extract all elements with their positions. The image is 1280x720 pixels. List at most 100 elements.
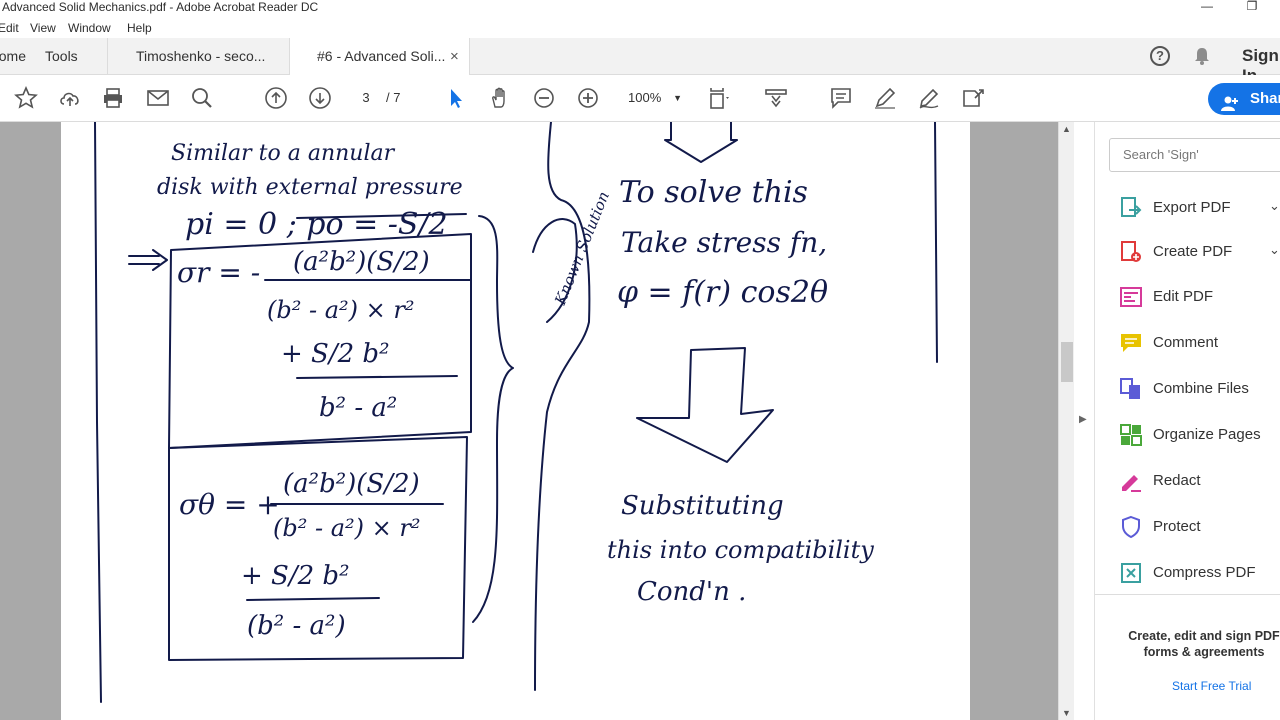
highlight-pen-icon[interactable] (873, 86, 897, 110)
note-right-line-4: Substituting (621, 491, 784, 521)
combine-files-icon (1119, 377, 1143, 401)
notifications-bell-icon[interactable] (1192, 46, 1212, 66)
note-sigma-r-lhs: σr = - (177, 256, 260, 289)
tool-label: Comment (1153, 334, 1219, 351)
panel-toggle[interactable]: ▶ (1074, 122, 1094, 720)
note-sigma-r-term2-den: b² - a² (319, 393, 397, 423)
sign-pen-icon[interactable] (917, 86, 941, 110)
tool-edit-pdf[interactable]: Edit PDF (1095, 277, 1280, 317)
share-person-icon (1221, 91, 1239, 111)
note-sigma-theta-numerator: (a²b²)(S/2) (283, 469, 420, 499)
select-cursor-icon[interactable] (444, 86, 468, 110)
expand-chevron-icon[interactable]: ⌄ (1269, 198, 1280, 214)
tabs-bar: Home Tools Timoshenko - seco... #6 - Adv… (0, 38, 1280, 76)
more-tools-icon[interactable] (961, 86, 985, 110)
page-number-input[interactable]: 3 (352, 87, 380, 109)
email-icon[interactable] (146, 86, 170, 110)
close-tab-icon[interactable]: × (450, 38, 459, 75)
note-intro-line-2: disk with external pressure (157, 175, 463, 200)
note-sigma-r-denominator: (b² - a²) × r² (267, 296, 414, 324)
tool-label: Create PDF (1153, 243, 1233, 260)
tool-combine-files[interactable]: Combine Files (1095, 369, 1280, 409)
tool-protect[interactable]: Protect (1095, 507, 1280, 547)
menu-edit[interactable]: Edit (0, 21, 19, 35)
next-page-icon[interactable] (308, 86, 332, 110)
tools-panel: Search 'Sign' Export PDF ⌄ Create PDF ⌄ … (1094, 122, 1280, 720)
main-toolbar: 3 / 7 100% ▼ Share (0, 75, 1280, 122)
start-free-trial-link[interactable]: Start Free Trial (1172, 679, 1251, 693)
tab-label: #6 - Advanced Soli... (317, 48, 446, 64)
export-pdf-icon (1119, 196, 1143, 220)
tab-tools[interactable]: Tools (28, 38, 108, 75)
note-right-line-6: Cond'n . (637, 577, 746, 607)
tool-compress-pdf[interactable]: Compress PDF (1095, 553, 1280, 593)
note-right-line-5: this into compatibility (607, 536, 874, 564)
tab-document-advanced[interactable]: #6 - Advanced Soli... × (289, 38, 470, 76)
scrollbar-thumb[interactable] (1061, 342, 1073, 382)
handwritten-notes: Similar to a annular disk with external … (94, 122, 938, 703)
tool-redact[interactable]: Redact (1095, 461, 1280, 501)
promo-text: Create, edit and sign PDF forms & agreem… (1128, 629, 1280, 659)
tool-comment[interactable]: Comment (1095, 323, 1280, 363)
minimize-button[interactable]: — (1192, 0, 1222, 16)
tool-export-pdf[interactable]: Export PDF ⌄ (1095, 188, 1280, 228)
tab-home[interactable]: Home (0, 38, 26, 75)
scroll-up-arrow-icon[interactable]: ▲ (1062, 124, 1071, 134)
document-viewport[interactable]: Similar to a annular disk with external … (0, 122, 1058, 720)
title-bar: Advanced Solid Mechanics.pdf - Adobe Acr… (0, 0, 1280, 18)
redact-icon (1119, 469, 1143, 493)
note-sigma-r-term2: + S/2 b² (281, 339, 390, 369)
note-sigma-r-numerator: (a²b²)(S/2) (293, 247, 430, 277)
note-sigma-theta-lhs: σθ = + (179, 488, 280, 521)
chevron-down-icon: ▼ (673, 93, 682, 103)
menu-window[interactable]: Window (68, 21, 111, 35)
zoom-level-select[interactable]: 100% ▼ (620, 87, 690, 109)
menu-bar: Edit View Window Help (0, 18, 1280, 38)
scroll-mode-icon[interactable] (764, 86, 788, 110)
tool-label: Organize Pages (1153, 426, 1261, 443)
note-sigma-theta-denominator: (b² - a²) × r² (273, 514, 420, 542)
tool-label: Export PDF (1153, 199, 1231, 216)
tool-create-pdf[interactable]: Create PDF ⌄ (1095, 232, 1280, 272)
edit-pdf-icon (1119, 285, 1143, 309)
tool-organize-pages[interactable]: Organize Pages (1095, 415, 1280, 455)
search-tools-input[interactable]: Search 'Sign' (1109, 138, 1280, 172)
help-icon[interactable]: ? (1150, 46, 1170, 66)
tool-label: Edit PDF (1153, 288, 1214, 305)
organize-pages-icon (1119, 423, 1143, 447)
tool-label: Protect (1153, 518, 1201, 535)
note-boundary-conditions: pi = 0 ; po = -S/2 (185, 207, 448, 242)
note-right-line-3: φ = f(r) cos2θ (617, 275, 828, 310)
zoom-out-icon[interactable] (532, 86, 556, 110)
tool-label: Compress PDF (1153, 564, 1256, 581)
tool-label: Redact (1153, 472, 1201, 489)
previous-page-icon[interactable] (264, 86, 288, 110)
cloud-upload-icon[interactable] (58, 86, 82, 110)
note-sigma-theta-term2-den: (b² - a²) (247, 611, 346, 641)
hand-tool-icon[interactable] (488, 86, 512, 110)
share-label: Share (1250, 90, 1280, 107)
note-known-solution: Known Solution (551, 189, 613, 308)
comment-icon (1119, 331, 1143, 355)
zoom-in-icon[interactable] (576, 86, 600, 110)
page-total: / 7 (386, 90, 401, 105)
zoom-value: 100% (628, 90, 662, 105)
comment-icon[interactable] (829, 86, 853, 110)
bookmark-star-icon[interactable] (14, 85, 38, 110)
restore-button[interactable]: ❐ (1237, 0, 1267, 16)
note-intro-line-1: Similar to a annular (171, 141, 396, 166)
share-button[interactable]: Share (1208, 83, 1280, 115)
note-right-line-1: To solve this (619, 175, 808, 210)
tab-document-timoshenko[interactable]: Timoshenko - seco... (108, 38, 289, 75)
search-icon[interactable] (190, 86, 214, 110)
page-fit-icon[interactable] (708, 86, 732, 110)
print-icon[interactable] (101, 86, 125, 110)
vertical-scrollbar[interactable]: ▲ ▼ (1058, 122, 1074, 720)
menu-help[interactable]: Help (127, 21, 152, 35)
menu-view[interactable]: View (30, 21, 56, 35)
compress-pdf-icon (1119, 561, 1143, 585)
panel-divider (1095, 594, 1280, 595)
scroll-down-arrow-icon[interactable]: ▼ (1062, 708, 1071, 718)
expand-chevron-icon[interactable]: ⌄ (1269, 242, 1280, 258)
chevron-right-icon: ▶ (1079, 414, 1087, 425)
